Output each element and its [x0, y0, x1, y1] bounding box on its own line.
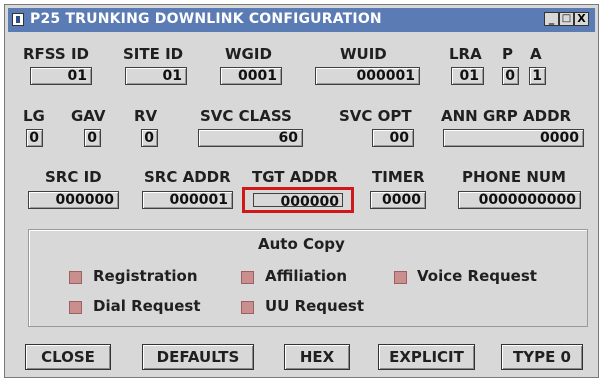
lg-field[interactable]: 0: [26, 129, 43, 147]
label-tgt-addr: TGT ADDR: [252, 168, 338, 186]
timer-value: 0000: [382, 192, 421, 208]
type-0-button[interactable]: TYPE 0: [501, 344, 583, 370]
p-value: 0: [505, 68, 515, 84]
label-wuid: WUID: [340, 45, 387, 63]
src-addr-field[interactable]: 000001: [142, 191, 233, 209]
lra-value: 01: [459, 68, 479, 84]
affiliation-label[interactable]: Affiliation: [265, 267, 347, 285]
rv-field[interactable]: 0: [141, 129, 158, 147]
minimize-button[interactable]: _: [544, 12, 559, 26]
label-svc-class: SVC CLASS: [200, 107, 292, 125]
svc-class-field[interactable]: 60: [198, 129, 303, 147]
wuid-value: 000001: [356, 68, 415, 84]
svc-opt-value: 00: [389, 130, 409, 146]
label-wgid: WGID: [225, 45, 272, 63]
app-icon: [12, 13, 24, 26]
lra-field[interactable]: 01: [451, 67, 484, 85]
rfss-id-value: 01: [67, 68, 87, 84]
rfss-id-field[interactable]: 01: [30, 67, 92, 85]
wuid-field[interactable]: 000001: [315, 67, 420, 85]
title-bar[interactable]: P25 TRUNKING DOWNLINK CONFIGURATION _ □ …: [8, 8, 595, 32]
a-value: 1: [532, 68, 542, 84]
close-window-button[interactable]: X: [574, 12, 589, 26]
src-id-value: 000000: [55, 192, 114, 208]
wgid-value: 0001: [238, 68, 277, 84]
auto-copy-title: Auto Copy: [258, 235, 345, 253]
label-src-id: SRC ID: [45, 168, 102, 186]
label-phone-num: PHONE NUM: [462, 168, 566, 186]
p-field[interactable]: 0: [502, 67, 519, 85]
svc-class-value: 60: [278, 130, 298, 146]
label-src-addr: SRC ADDR: [144, 168, 231, 186]
label-gav: GAV: [71, 107, 106, 125]
registration-label[interactable]: Registration: [93, 267, 198, 285]
label-rv: RV: [134, 107, 158, 125]
svc-opt-field[interactable]: 00: [372, 129, 414, 147]
registration-checkbox[interactable]: [69, 271, 82, 284]
label-p: P: [502, 45, 513, 63]
label-lg: LG: [23, 107, 45, 125]
ann-grp-addr-field[interactable]: 0000: [443, 129, 584, 147]
rv-value: 0: [144, 130, 154, 146]
label-a: A: [530, 45, 542, 63]
maximize-button[interactable]: □: [559, 12, 574, 26]
gav-field[interactable]: 0: [84, 129, 101, 147]
voice-request-label[interactable]: Voice Request: [417, 267, 537, 285]
gav-value: 0: [87, 130, 97, 146]
uu-request-checkbox[interactable]: [241, 301, 254, 314]
src-addr-value: 000001: [169, 192, 228, 208]
affiliation-checkbox[interactable]: [241, 271, 254, 284]
phone-num-value: 0000000000: [478, 192, 576, 208]
ann-grp-addr-value: 0000: [540, 130, 579, 146]
label-svc-opt: SVC OPT: [339, 107, 412, 125]
phone-num-field[interactable]: 0000000000: [458, 191, 581, 209]
explicit-button[interactable]: EXPLICIT: [378, 344, 475, 370]
timer-field[interactable]: 0000: [370, 191, 426, 209]
config-window: P25 TRUNKING DOWNLINK CONFIGURATION _ □ …: [4, 4, 599, 378]
dial-request-checkbox[interactable]: [69, 301, 82, 314]
tgt-addr-inner: 000000: [253, 193, 343, 210]
wgid-field[interactable]: 0001: [220, 67, 282, 85]
close-button[interactable]: CLOSE: [25, 344, 111, 370]
label-site-id: SITE ID: [123, 45, 184, 63]
a-field[interactable]: 1: [529, 67, 546, 85]
tgt-addr-value: 000000: [280, 194, 339, 210]
label-timer: TIMER: [372, 168, 425, 186]
hex-button[interactable]: HEX: [284, 344, 350, 370]
window-title: P25 TRUNKING DOWNLINK CONFIGURATION: [30, 11, 382, 27]
tgt-addr-field[interactable]: 000000: [242, 187, 354, 213]
label-ann-grp-addr: ANN GRP ADDR: [441, 107, 572, 125]
label-lra: LRA: [449, 45, 482, 63]
dial-request-label[interactable]: Dial Request: [93, 297, 201, 315]
src-id-field[interactable]: 000000: [28, 191, 119, 209]
site-id-field[interactable]: 01: [125, 67, 187, 85]
site-id-value: 01: [162, 68, 182, 84]
defaults-button[interactable]: DEFAULTS: [142, 344, 254, 370]
label-rfss-id: RFSS ID: [23, 45, 89, 63]
voice-request-checkbox[interactable]: [394, 271, 407, 284]
uu-request-label[interactable]: UU Request: [265, 297, 364, 315]
lg-value: 0: [29, 130, 39, 146]
